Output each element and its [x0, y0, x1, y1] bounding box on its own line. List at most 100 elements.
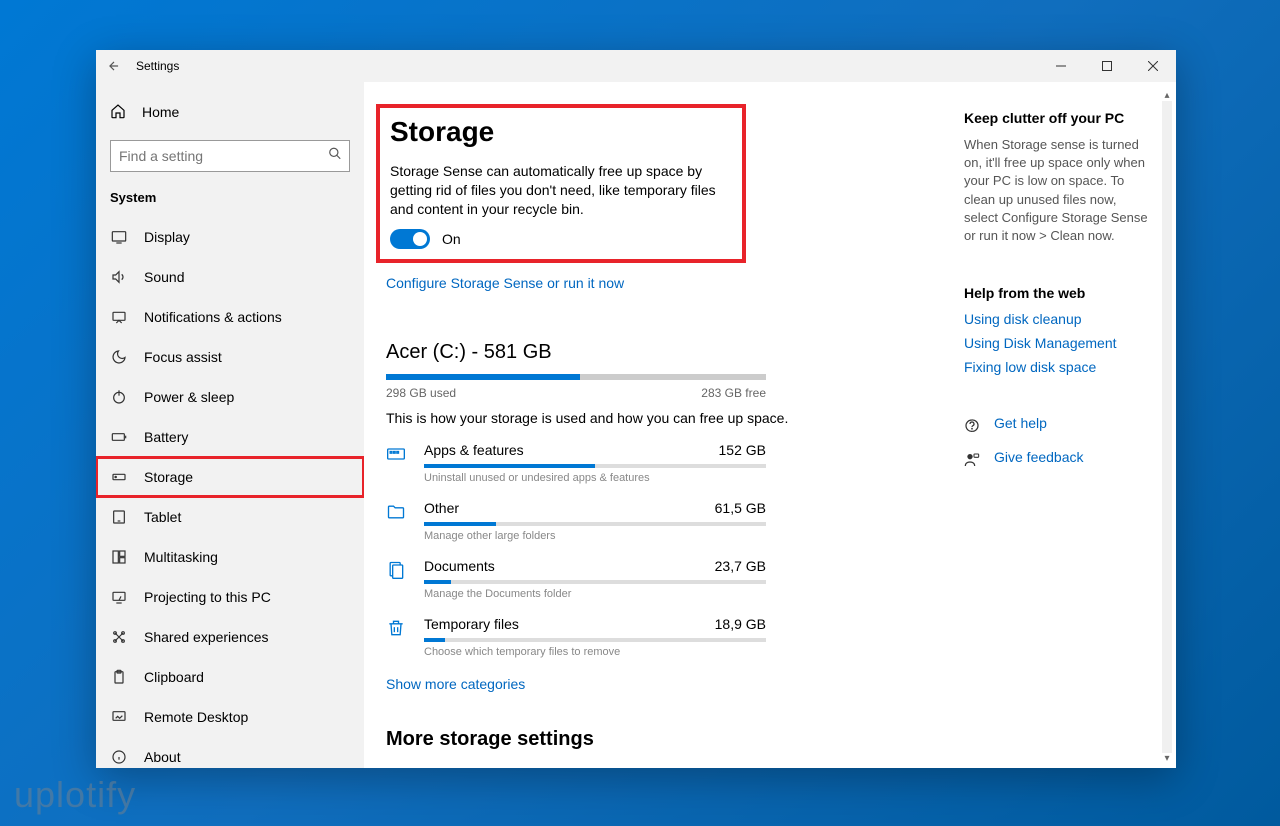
scroll-down-icon[interactable]: ▾	[1164, 753, 1169, 764]
sidebar-item-about[interactable]: About	[96, 737, 364, 768]
sidebar-item-power[interactable]: Power & sleep	[96, 377, 364, 417]
folder-icon	[386, 500, 408, 527]
category-temporary[interactable]: Temporary files 18,9 GB Choose which temp…	[386, 616, 766, 658]
help-link-low-space[interactable]: Fixing low disk space	[964, 359, 1152, 375]
help-link-disk-management[interactable]: Using Disk Management	[964, 335, 1152, 351]
nav-label: Notifications & actions	[144, 309, 282, 325]
maximize-button[interactable]	[1084, 50, 1130, 82]
sidebar-home[interactable]: Home	[96, 92, 364, 132]
sidebar-item-tablet[interactable]: Tablet	[96, 497, 364, 537]
sidebar-item-storage[interactable]: Storage	[96, 457, 364, 497]
help-link-disk-cleanup[interactable]: Using disk cleanup	[964, 311, 1152, 327]
nav-label: Shared experiences	[144, 629, 269, 645]
focus-assist-icon	[110, 349, 128, 365]
right-column: Keep clutter off your PC When Storage se…	[934, 82, 1176, 768]
sidebar-item-clipboard[interactable]: Clipboard	[96, 657, 364, 697]
sidebar-item-display[interactable]: Display	[96, 217, 364, 257]
nav-label: Clipboard	[144, 669, 204, 685]
give-feedback-link[interactable]: Give feedback	[994, 449, 1084, 465]
nav-label: About	[144, 749, 181, 765]
sidebar-item-multitasking[interactable]: Multitasking	[96, 537, 364, 577]
search-input[interactable]	[110, 140, 350, 172]
category-hint: Choose which temporary files to remove	[424, 646, 766, 658]
give-feedback-row[interactable]: Give feedback	[964, 449, 1152, 473]
get-help-row[interactable]: Get help	[964, 415, 1152, 439]
nav-label: Battery	[144, 429, 188, 445]
sidebar-item-projecting[interactable]: Projecting to this PC	[96, 577, 364, 617]
drive-free: 283 GB free	[701, 386, 766, 400]
clutter-description: When Storage sense is turned on, it'll f…	[964, 136, 1152, 245]
sidebar-item-battery[interactable]: Battery	[96, 417, 364, 457]
back-button[interactable]	[96, 59, 132, 73]
sidebar-item-focus-assist[interactable]: Focus assist	[96, 337, 364, 377]
storage-icon	[110, 469, 128, 485]
main-column: Storage Storage Sense can automatically …	[364, 82, 934, 768]
category-apps-features[interactable]: Apps & features152 GB Uninstall unused o…	[386, 442, 766, 484]
view-other-drives-link[interactable]: View storage usage on other drives	[386, 765, 605, 768]
nav-label: Remote Desktop	[144, 709, 248, 725]
home-icon	[110, 103, 126, 122]
category-size: 18,9 GB	[715, 616, 766, 632]
power-icon	[110, 389, 128, 405]
nav-label: Display	[144, 229, 190, 245]
category-size: 23,7 GB	[715, 558, 766, 574]
watermark: uplotify	[14, 774, 136, 816]
category-size: 61,5 GB	[715, 500, 766, 516]
get-help-link[interactable]: Get help	[994, 415, 1047, 431]
documents-icon	[386, 558, 408, 585]
configure-storage-sense-link[interactable]: Configure Storage Sense or run it now	[386, 275, 624, 291]
sidebar-item-sound[interactable]: Sound	[96, 257, 364, 297]
close-button[interactable]	[1130, 50, 1176, 82]
tablet-icon	[110, 509, 128, 525]
content-area: Storage Storage Sense can automatically …	[364, 82, 1176, 768]
nav-label: Storage	[144, 469, 193, 485]
category-name: Other	[424, 500, 459, 516]
section-label: System	[96, 184, 364, 217]
toggle-label: On	[442, 231, 461, 247]
scrollbar[interactable]: ▴ ▾	[1160, 90, 1174, 764]
nav-label: Projecting to this PC	[144, 589, 271, 605]
titlebar: Settings	[96, 50, 1176, 82]
remote-icon	[110, 709, 128, 725]
sidebar: Home System Display Sound Notifications …	[96, 82, 364, 768]
help-title: Help from the web	[964, 285, 1152, 301]
category-hint: Manage the Documents folder	[424, 588, 766, 600]
feedback-icon	[964, 452, 982, 471]
scroll-up-icon[interactable]: ▴	[1164, 90, 1169, 101]
battery-icon	[110, 429, 128, 445]
search-icon	[328, 147, 342, 166]
nav-label: Power & sleep	[144, 389, 234, 405]
category-name: Documents	[424, 558, 495, 574]
category-size: 152 GB	[719, 442, 766, 458]
storage-sense-description: Storage Sense can automatically free up …	[390, 162, 730, 219]
trash-icon	[386, 616, 408, 643]
storage-sense-highlight: Storage Storage Sense can automatically …	[376, 104, 746, 263]
notifications-icon	[110, 309, 128, 325]
usage-description: This is how your storage is used and how…	[386, 410, 934, 426]
category-other[interactable]: Other 61,5 GB Manage other large folders	[386, 500, 766, 542]
category-name: Temporary files	[424, 616, 519, 632]
clutter-title: Keep clutter off your PC	[964, 110, 1152, 126]
sidebar-item-notifications[interactable]: Notifications & actions	[96, 297, 364, 337]
drive-title: Acer (C:) - 581 GB	[386, 341, 934, 364]
drive-used: 298 GB used	[386, 386, 456, 400]
help-icon	[964, 418, 982, 437]
clipboard-icon	[110, 669, 128, 685]
minimize-button[interactable]	[1038, 50, 1084, 82]
category-documents[interactable]: Documents 23,7 GB Manage the Documents fo…	[386, 558, 766, 600]
nav-label: Multitasking	[144, 549, 218, 565]
sidebar-item-remote[interactable]: Remote Desktop	[96, 697, 364, 737]
nav-label: Sound	[144, 269, 184, 285]
category-hint: Manage other large folders	[424, 530, 766, 542]
sidebar-item-shared[interactable]: Shared experiences	[96, 617, 364, 657]
show-more-categories-link[interactable]: Show more categories	[386, 676, 525, 692]
nav-label: Focus assist	[144, 349, 222, 365]
display-icon	[110, 229, 128, 245]
more-storage-settings-heading: More storage settings	[386, 728, 934, 751]
projecting-icon	[110, 589, 128, 605]
about-icon	[110, 749, 128, 765]
page-title: Storage	[390, 116, 730, 148]
settings-window: Settings Home System Display	[96, 50, 1176, 768]
shared-icon	[110, 629, 128, 645]
storage-sense-toggle[interactable]	[390, 229, 430, 249]
